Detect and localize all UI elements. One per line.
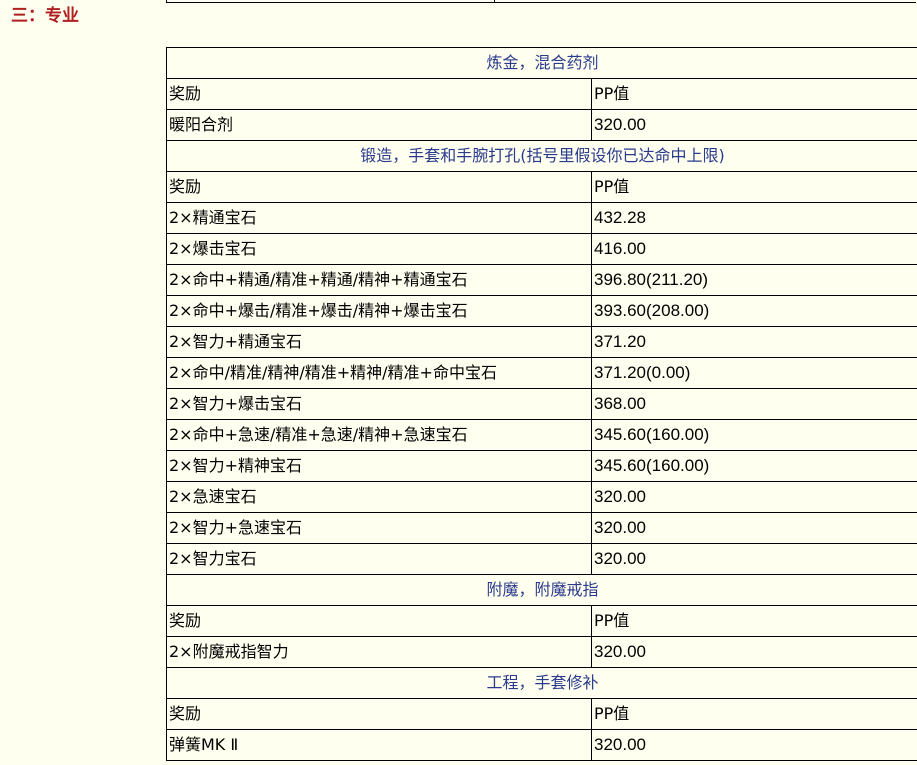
profession-pp-table-body: 炼金，混合药剂 奖励 PP值 暖阳合剂 320.00 锻造，手套和手腕打孔(括号里假设你已… [165, 47, 917, 761]
table-row: 2×智力+爆击宝石 368.00 [166, 388, 917, 420]
table-row: 2×智力+精神宝石 345.60(160.00) [166, 450, 917, 482]
pp-value-column-header: PP值 [590, 605, 917, 637]
profession-pp-table: 炼金，混合药剂 奖励 PP值 暖阳合剂 320.00 锻造，手套和手腕打孔(括号里假设你已… [165, 47, 917, 761]
pp-value-cell: 320.00 [590, 636, 917, 668]
reward-cell: 2×智力+爆击宝石 [166, 388, 592, 420]
column-header-row: 奖励 PP值 [166, 698, 917, 730]
reward-column-header: 奖励 [166, 171, 592, 203]
category-title: 工程，手套修补 [165, 667, 917, 699]
pp-value-cell: 371.20(0.00) [590, 357, 917, 389]
pp-value-cell: 393.60(208.00) [590, 295, 917, 327]
category-row: 工程，手套修补 [165, 667, 917, 699]
reward-cell: 2×命中+爆击/精准+爆击/精神+爆击宝石 [166, 295, 592, 327]
table-row: 弹簧MK Ⅱ 320.00 [166, 729, 917, 761]
category-title: 附魔，附魔戒指 [165, 574, 917, 606]
table-row: 2×精通宝石 432.28 [166, 202, 917, 234]
reward-cell: 2×智力+精通宝石 [166, 326, 592, 358]
pp-value-cell: 320.00 [590, 481, 917, 513]
pp-value-cell: 416.00 [590, 233, 917, 265]
table-row: 2×命中+急速/精准+急速/精神+急速宝石 345.60(160.00) [166, 419, 917, 451]
table-row: 2×急速宝石 320.00 [166, 481, 917, 513]
table-row: 暖阳合剂 320.00 [166, 109, 917, 141]
table-row: 2×爆击宝石 416.00 [166, 233, 917, 265]
category-row: 锻造，手套和手腕打孔(括号里假设你已达命中上限) [165, 140, 917, 172]
pp-value-column-header: PP值 [590, 698, 917, 730]
pp-value-cell: 345.60(160.00) [590, 450, 917, 482]
pp-value-cell: 320.00 [590, 512, 917, 544]
table-row: 2×命中+精通/精准+精通/精神+精通宝石 396.80(211.20) [166, 264, 917, 296]
pp-value-cell: 320.00 [590, 109, 917, 141]
table-row: 2×智力+精通宝石 371.20 [166, 326, 917, 358]
reward-cell: 2×智力宝石 [166, 543, 592, 575]
table-row: 2×附魔戒指智力 320.00 [166, 636, 917, 668]
reward-column-header: 奖励 [166, 698, 592, 730]
pp-value-column-header: PP值 [590, 78, 917, 110]
table-row: 2×智力+急速宝石 320.00 [166, 512, 917, 544]
pp-value-cell: 320.00 [590, 729, 917, 761]
section-heading: 三：专业 [11, 6, 79, 26]
previous-table-bottom-edge [166, 0, 916, 3]
pp-value-cell: 432.28 [590, 202, 917, 234]
table-row: 2×命中+爆击/精准+爆击/精神+爆击宝石 393.60(208.00) [166, 295, 917, 327]
reward-cell: 暖阳合剂 [166, 109, 592, 141]
pp-value-column-header: PP值 [590, 171, 917, 203]
reward-cell: 2×急速宝石 [166, 481, 592, 513]
category-title: 炼金，混合药剂 [165, 47, 917, 79]
reward-cell: 弹簧MK Ⅱ [166, 729, 592, 761]
pp-value-cell: 345.60(160.00) [590, 419, 917, 451]
reward-cell: 2×精通宝石 [166, 202, 592, 234]
reward-column-header: 奖励 [166, 78, 592, 110]
column-header-row: 奖励 PP值 [166, 78, 917, 110]
previous-table-column-divider [494, 0, 495, 3]
pp-value-cell: 368.00 [590, 388, 917, 420]
reward-cell: 2×命中+精通/精准+精通/精神+精通宝石 [166, 264, 592, 296]
reward-column-header: 奖励 [166, 605, 592, 637]
pp-value-cell: 371.20 [590, 326, 917, 358]
column-header-row: 奖励 PP值 [166, 171, 917, 203]
page: 三：专业 炼金，混合药剂 奖励 PP值 暖阳合剂 320.00 锻造，手套和手腕打孔(括号… [0, 0, 917, 765]
column-header-row: 奖励 PP值 [166, 605, 917, 637]
reward-cell: 2×附魔戒指智力 [166, 636, 592, 668]
pp-value-cell: 320.00 [590, 543, 917, 575]
category-row: 炼金，混合药剂 [165, 47, 917, 79]
reward-cell: 2×命中+急速/精准+急速/精神+急速宝石 [166, 419, 592, 451]
pp-value-cell: 396.80(211.20) [590, 264, 917, 296]
reward-cell: 2×智力+精神宝石 [166, 450, 592, 482]
category-title: 锻造，手套和手腕打孔(括号里假设你已达命中上限) [165, 140, 917, 172]
table-row: 2×命中/精准/精神/精准+精神/精准+命中宝石 371.20(0.00) [166, 357, 917, 389]
category-row: 附魔，附魔戒指 [165, 574, 917, 606]
table-row: 2×智力宝石 320.00 [166, 543, 917, 575]
reward-cell: 2×智力+急速宝石 [166, 512, 592, 544]
reward-cell: 2×爆击宝石 [166, 233, 592, 265]
reward-cell: 2×命中/精准/精神/精准+精神/精准+命中宝石 [166, 357, 592, 389]
